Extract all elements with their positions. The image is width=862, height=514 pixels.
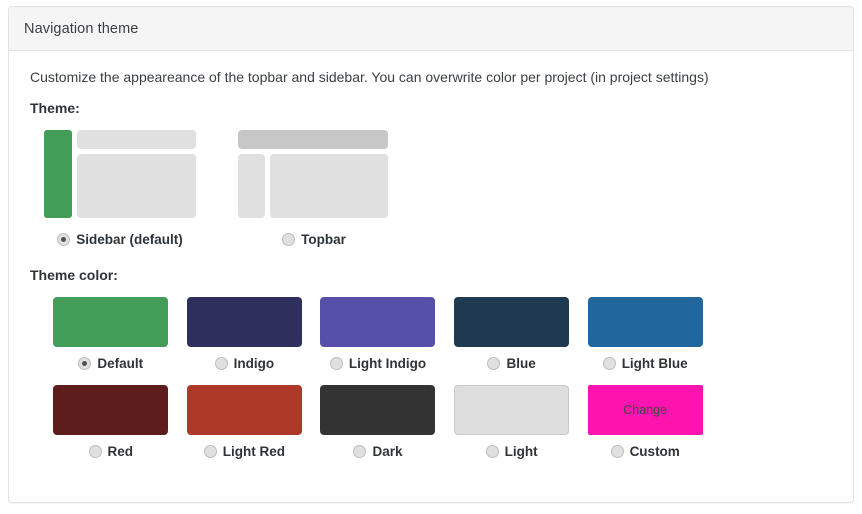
- theme-color-blue[interactable]: Blue: [445, 297, 579, 371]
- radio-color-light-blue[interactable]: Light Blue: [602, 356, 688, 371]
- theme-color-light-blue[interactable]: Light Blue: [578, 297, 712, 371]
- radio-color-blue[interactable]: Blue: [487, 356, 536, 371]
- radio-theme-sidebar[interactable]: Sidebar (default): [44, 232, 196, 247]
- theme-color-dark[interactable]: Dark: [311, 385, 445, 459]
- preview-topbar-strip: [238, 130, 388, 149]
- theme-color-light-red[interactable]: Light Red: [178, 385, 312, 459]
- description-text: Customize the appeareance of the topbar …: [30, 69, 709, 85]
- theme-color-default[interactable]: Default: [44, 297, 178, 371]
- color-swatch[interactable]: [53, 297, 169, 347]
- radio-label: Default: [97, 356, 144, 371]
- topbar-layout-preview[interactable]: [238, 130, 388, 218]
- radio-icon[interactable]: [57, 233, 71, 246]
- preview-topbar-row: [238, 154, 388, 218]
- radio-label: Indigo: [233, 356, 275, 371]
- radio-icon[interactable]: [485, 445, 499, 458]
- color-swatch[interactable]: [186, 297, 302, 347]
- theme-option-topbar[interactable]: [238, 130, 388, 226]
- radio-color-default[interactable]: Default: [78, 356, 143, 371]
- radio-color-dark[interactable]: Dark: [353, 444, 403, 459]
- radio-color-custom[interactable]: Custom: [610, 444, 680, 459]
- color-swatch[interactable]: [186, 385, 302, 435]
- theme-preview-group: [30, 130, 832, 226]
- radio-label: Red: [107, 444, 134, 459]
- radio-color-indigo[interactable]: Indigo: [214, 356, 275, 371]
- theme-color-red[interactable]: Red: [44, 385, 178, 459]
- preview-sidebar-main: [77, 130, 196, 218]
- radio-label: Light: [504, 444, 538, 459]
- radio-icon[interactable]: [353, 445, 367, 458]
- radio-color-light-indigo[interactable]: Light Indigo: [329, 356, 427, 371]
- color-swatch[interactable]: [454, 297, 570, 347]
- preview-content-block: [270, 154, 388, 218]
- theme-color-light[interactable]: Light: [445, 385, 579, 459]
- page-title: Navigation theme: [24, 20, 139, 37]
- change-color-button[interactable]: Change: [623, 403, 667, 417]
- card-body: Customize the appeareance of the topbar …: [9, 51, 853, 459]
- preview-content-block: [77, 154, 196, 218]
- radio-label: Topbar: [301, 232, 346, 247]
- theme-radio-group: Sidebar (default) Topbar: [30, 232, 832, 247]
- radio-icon[interactable]: [602, 357, 616, 370]
- color-swatch[interactable]: [320, 297, 436, 347]
- radio-icon[interactable]: [329, 357, 343, 370]
- radio-theme-topbar[interactable]: Topbar: [238, 232, 390, 247]
- radio-icon[interactable]: [214, 357, 228, 370]
- theme-color-light-indigo[interactable]: Light Indigo: [311, 297, 445, 371]
- preview-sidebar-rail: [44, 130, 72, 218]
- color-swatch[interactable]: [320, 385, 436, 435]
- radio-label: Dark: [372, 444, 403, 459]
- sidebar-layout-preview[interactable]: [44, 130, 196, 218]
- radio-label: Sidebar (default): [76, 232, 183, 247]
- navigation-theme-card: Navigation theme Customize the appearean…: [8, 6, 854, 503]
- theme-option-sidebar[interactable]: [44, 130, 196, 226]
- radio-color-light[interactable]: Light: [485, 444, 538, 459]
- theme-color-indigo[interactable]: Indigo: [178, 297, 312, 371]
- radio-icon[interactable]: [487, 357, 501, 370]
- color-swatch[interactable]: [587, 297, 703, 347]
- radio-label: Blue: [506, 356, 536, 371]
- radio-icon[interactable]: [610, 445, 624, 458]
- radio-label: Light Indigo: [348, 356, 427, 371]
- radio-label: Light Blue: [621, 356, 688, 371]
- preview-side-block: [238, 154, 265, 218]
- theme-color-custom[interactable]: Change Custom: [578, 385, 712, 459]
- radio-label: Light Red: [222, 444, 286, 459]
- card-header: Navigation theme: [9, 7, 853, 51]
- color-swatch[interactable]: [454, 385, 570, 435]
- custom-color-swatch[interactable]: Change: [587, 385, 703, 435]
- radio-icon[interactable]: [282, 233, 296, 246]
- theme-color-section-label: Theme color:: [30, 267, 118, 283]
- theme-section-label: Theme:: [30, 100, 80, 116]
- radio-icon[interactable]: [88, 445, 102, 458]
- color-swatch[interactable]: [53, 385, 169, 435]
- radio-label: Custom: [629, 444, 680, 459]
- radio-icon[interactable]: [203, 445, 217, 458]
- preview-topbar-strip: [77, 130, 196, 149]
- radio-color-light-red[interactable]: Light Red: [203, 444, 286, 459]
- radio-color-red[interactable]: Red: [88, 444, 134, 459]
- radio-icon[interactable]: [78, 357, 92, 370]
- theme-color-grid: Default Indigo Light Indigo Blue Light B…: [30, 297, 832, 459]
